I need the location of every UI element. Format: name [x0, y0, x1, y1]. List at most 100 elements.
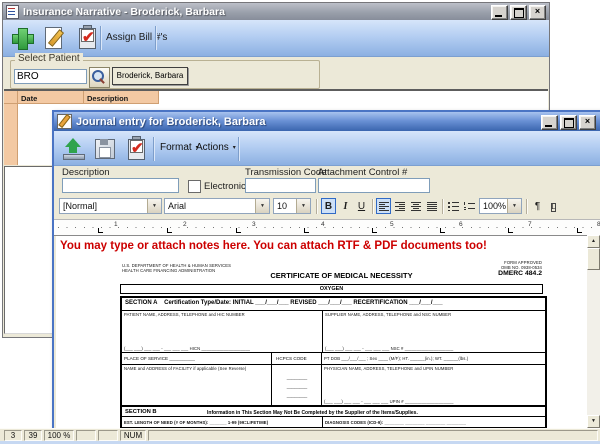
patient-label: PATIENT NAME, ADDRESS, TELEPHONE and HIC… — [124, 312, 245, 317]
italic-button[interactable]: I — [338, 198, 353, 214]
maximize-button[interactable] — [510, 5, 527, 20]
physician-label: PHYSICIAN NAME, ADDRESS, TELEPHONE and U… — [324, 366, 453, 371]
bullet-list-button[interactable] — [446, 198, 461, 214]
numbered-list-icon — [464, 202, 475, 211]
date-column-header[interactable]: Date — [18, 91, 84, 104]
ruler[interactable]: 1 2 3 4 5 6 7 8 — [54, 219, 600, 236]
scroll-up-button[interactable]: ▲ — [587, 235, 600, 248]
paragraph-style-combo[interactable]: [Normal] ▼ — [59, 198, 162, 214]
font-name-combo[interactable]: Arial ▼ — [164, 198, 270, 214]
place-hcpcs-pt-row: PLACE OF SERVICE __________ HCPCS CODE P… — [122, 352, 545, 364]
row-selector-header — [4, 91, 18, 104]
justify-button[interactable] — [424, 198, 439, 214]
pt-dob-line: PT DOB ___/___/___ ; Sex ____ (M/F); HT.… — [324, 356, 468, 361]
tab-stop-marker[interactable] — [508, 228, 513, 233]
maximize-button[interactable] — [560, 115, 577, 130]
chevron-down-icon[interactable]: ▼ — [147, 199, 161, 213]
toolbar-separator — [155, 26, 156, 50]
font-name-value: Arial — [168, 201, 186, 211]
scroll-down-button[interactable]: ▼ — [587, 415, 600, 428]
section-a-label: SECTION A — [125, 300, 157, 306]
chevron-down-icon[interactable]: ▼ — [255, 199, 269, 213]
close-button[interactable]: × — [529, 5, 546, 20]
hcpcs-label: HCPCS CODE — [276, 356, 307, 361]
underline-button[interactable]: U — [354, 198, 369, 214]
show-paragraph-marks-button[interactable]: ¶ — [530, 198, 545, 214]
formatting-toolbar: [Normal] ▼ Arial ▼ 10 ▼ B I U — [54, 195, 600, 218]
journal-entry-window: Journal entry for Broderick, Barbara × ✔… — [52, 110, 600, 430]
zoom-value: 100% — [483, 201, 506, 211]
tab-stop-marker[interactable] — [167, 228, 172, 233]
align-right-icon — [395, 202, 405, 211]
edit-narrative-button[interactable] — [40, 23, 70, 53]
status-panel-numlock: NUM — [120, 430, 146, 441]
description-column-header[interactable]: Description — [84, 91, 159, 104]
selected-patient-box[interactable]: Broderick, Barbara — [112, 67, 188, 85]
section-a-text: Certification Type/Date: INITIAL ___/___… — [164, 300, 442, 306]
align-center-button[interactable] — [408, 198, 423, 214]
form-code: DMERC 484.2 — [498, 270, 542, 277]
close-button[interactable]: × — [579, 115, 596, 130]
status-panel-line: 39 — [24, 430, 42, 441]
format-menu-label: Format — [160, 142, 192, 153]
journal-title-bar[interactable]: Journal entry for Broderick, Barbara × — [54, 112, 600, 131]
attachment-control-input[interactable] — [318, 178, 430, 193]
save-button[interactable] — [90, 134, 118, 162]
diagnosis-cell: DIAGNOSIS CODES (ICD-9): ________ ______… — [322, 417, 545, 427]
chevron-down-icon[interactable]: ▼ — [296, 199, 310, 213]
ruler-number: 7 — [528, 221, 532, 228]
toolbar-separator — [372, 199, 373, 214]
font-size-combo[interactable]: 10 ▼ — [273, 198, 311, 214]
insert-frame-button[interactable]: L — [546, 198, 561, 214]
spell-check-button[interactable]: ✔ — [122, 134, 150, 162]
tab-stop-marker[interactable] — [304, 228, 309, 233]
tab-stop-marker[interactable] — [98, 228, 103, 233]
description-input[interactable] — [62, 178, 179, 193]
insurance-title-bar[interactable]: Insurance Narrative - Broderick, Barbara… — [3, 3, 549, 20]
vertical-scrollbar[interactable]: ▲ ▼ — [587, 235, 600, 428]
paragraph-style-value: [Normal] — [63, 201, 97, 211]
toolbar-separator — [442, 199, 443, 214]
agency-line-2: HEALTH CARE FINANCING ADMINISTRATION — [122, 268, 215, 273]
assign-bill-numbers-button[interactable]: Assign Bill #'s — [106, 23, 167, 53]
chevron-down-icon[interactable]: ▼ — [507, 199, 521, 213]
patient-search-button[interactable] — [89, 67, 110, 88]
section-b-label: SECTION B — [125, 409, 157, 415]
tab-stop-marker[interactable] — [440, 228, 445, 233]
status-panel-zoom: 100 % — [44, 430, 74, 441]
minimize-button[interactable] — [541, 115, 558, 130]
supplier-label: SUPPLIER NAME, ADDRESS, TELEPHONE and NS… — [325, 312, 451, 317]
align-left-button[interactable] — [376, 198, 391, 214]
bullet-list-icon — [448, 202, 459, 211]
scrollbar-thumb[interactable] — [587, 248, 600, 270]
minimize-button[interactable] — [491, 5, 508, 20]
align-left-icon — [379, 202, 389, 211]
verify-button[interactable]: ✔ — [73, 23, 103, 53]
tab-stop-marker[interactable] — [577, 228, 582, 233]
toolbar-separator — [100, 26, 101, 50]
insurance-window-title: Insurance Narrative - Broderick, Barbara — [23, 6, 225, 18]
ruler-number: 2 — [183, 221, 187, 228]
align-right-button[interactable] — [392, 198, 407, 214]
transmission-code-label: Transmission Code — [245, 167, 326, 178]
tab-stop-marker[interactable] — [236, 228, 241, 233]
tab-stop-marker[interactable] — [372, 228, 377, 233]
supplier-phone-nsc: (___ ___) ___ ___ - ___ ___ ___ NSC # __… — [325, 346, 453, 351]
bold-button[interactable]: B — [321, 198, 336, 214]
patient-search-input[interactable] — [14, 69, 87, 84]
document-editor-area[interactable]: You may type or attach notes here. You c… — [56, 235, 587, 429]
form-title: CERTIFICATE OF MEDICAL NECESSITY — [220, 271, 463, 280]
toolbar-separator — [153, 137, 154, 161]
hcpcs-blanks-cell: ________ ________ ________ — [271, 365, 322, 405]
post-entry-button[interactable] — [59, 134, 87, 162]
numbered-list-button[interactable] — [462, 198, 477, 214]
actions-menu[interactable]: Actions▾ — [196, 139, 236, 157]
patient-supplier-row: PATIENT NAME, ADDRESS, TELEPHONE and HIC… — [122, 310, 545, 352]
zoom-combo[interactable]: 100% ▼ — [479, 198, 522, 214]
transmission-code-input[interactable] — [245, 178, 316, 193]
font-size-value: 10 — [277, 201, 287, 211]
electronic-checkbox[interactable] — [188, 180, 201, 193]
attachment-control-label: Attachment Control # — [318, 167, 407, 178]
new-narrative-button[interactable] — [7, 23, 37, 53]
format-menu[interactable]: Format▾ — [160, 139, 199, 157]
